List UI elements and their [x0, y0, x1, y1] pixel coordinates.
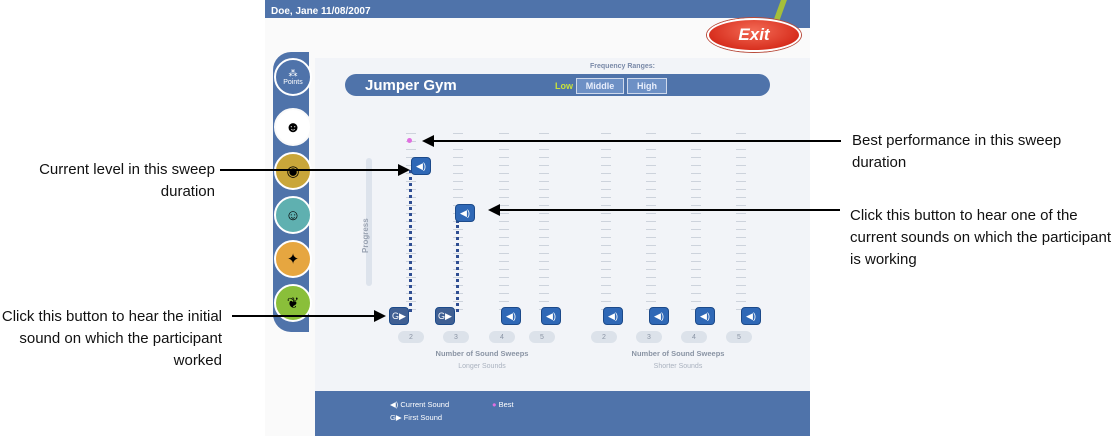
game-icon-3: ✦ [286, 251, 300, 268]
user-info: Doe, Jane 11/08/2007 [271, 6, 371, 17]
sweep-number: 3 [636, 331, 662, 343]
speaker-icon: ◀) [506, 310, 516, 321]
legend-best: ● Best [492, 400, 514, 409]
progress-label: Progress [361, 218, 370, 253]
character-button[interactable]: ☻ [274, 108, 312, 146]
callout-current-level: Current level in this sweep duration [39, 161, 215, 200]
game-button-3[interactable]: ✦ [274, 240, 312, 278]
arrow-right-icon [398, 164, 410, 176]
legend-current-label: Current Sound [400, 400, 450, 409]
group-title-shorter: Number of Sound Sweeps [631, 349, 725, 358]
callout-click-initial: Click this button to hear the initial so… [1, 308, 222, 369]
frequency-high-button[interactable]: High [627, 78, 667, 94]
sweep-number: 4 [489, 331, 515, 343]
speaker-icon: ◀) [608, 310, 618, 321]
ladder-shorter-4 [690, 133, 702, 313]
progress-line-longer-3 [456, 220, 459, 312]
frequency-middle-button[interactable]: Middle [576, 78, 624, 94]
ladder-longer-5 [538, 133, 550, 313]
points-button[interactable]: ⁂ Points [274, 58, 312, 96]
best-marker [407, 138, 412, 143]
game-button-1[interactable]: ◉ [274, 152, 312, 190]
first-sound-button-longer-3[interactable]: G▶ [435, 307, 455, 325]
first-sound-button-longer-2[interactable]: G▶ [389, 307, 409, 325]
game-icon-4: ❦ [286, 295, 300, 312]
first-sound-icon: G▶ [390, 413, 402, 422]
current-sound-button-shorter-4[interactable]: ◀) [695, 307, 715, 325]
arrow-right-icon [374, 310, 386, 322]
speaker-icon: ◀) [654, 310, 664, 321]
game-icon-2: ☺ [285, 206, 301, 224]
sweep-number: 3 [443, 331, 469, 343]
legend-first-label: First Sound [403, 413, 443, 422]
current-sound-button-shorter-3[interactable]: ◀) [649, 307, 669, 325]
speaker-icon: ◀) [416, 160, 426, 171]
speaker-icon: ◀) [390, 400, 399, 409]
sweep-number: 5 [529, 331, 555, 343]
ladder-shorter-5 [735, 133, 747, 313]
current-sound-button-longer-4[interactable]: ◀) [501, 307, 521, 325]
ladder-shorter-2 [600, 133, 612, 313]
callout-click-current: Click this button to hear one of the cur… [850, 207, 1111, 268]
current-sound-button-shorter-2[interactable]: ◀) [603, 307, 623, 325]
game-title: Jumper Gym [365, 77, 457, 94]
callout-line-current-level [220, 169, 400, 171]
frequency-low[interactable]: Low [555, 81, 573, 91]
sidebar: ⁂ Points ☻ ◉ ☺ ✦ ❦ [273, 52, 312, 332]
group-title-longer: Number of Sound Sweeps [435, 349, 529, 358]
sweep-number: 2 [398, 331, 424, 343]
group-subtitle-longer: Longer Sounds [458, 363, 506, 370]
callout-line-best [433, 140, 841, 142]
first-sound-icon: G▶ [438, 310, 452, 321]
speaker-icon: ◀) [460, 207, 470, 218]
first-sound-icon: G▶ [392, 310, 406, 321]
game-icon-1: ◉ [286, 163, 300, 180]
ladder-shorter-3 [645, 133, 657, 313]
legend-current: ◀) Current Sound [390, 400, 449, 409]
best-marker-icon: ● [492, 400, 497, 409]
legend-first: G▶ First Sound [390, 413, 442, 422]
app-window: Doe, Jane 11/08/2007 Exit ⁂ Points ☻ ◉ ☺… [265, 0, 810, 436]
points-icon: ⁂ [288, 68, 298, 78]
ladder-longer-4 [498, 133, 510, 313]
callout-best-performance: Best performance in this sweep duration [852, 132, 1062, 171]
arrow-left-icon [488, 204, 500, 216]
current-sound-button-longer-5[interactable]: ◀) [541, 307, 561, 325]
arrow-left-icon [422, 135, 434, 147]
speaker-icon: ◀) [700, 310, 710, 321]
legend-best-label: Best [498, 400, 514, 409]
points-label: Points [283, 79, 303, 86]
sweep-number: 2 [591, 331, 617, 343]
callout-line-click-initial [232, 315, 374, 317]
progress-line-longer-2 [409, 170, 412, 312]
current-sound-button-shorter-5[interactable]: ◀) [741, 307, 761, 325]
sweep-number: 4 [681, 331, 707, 343]
speaker-icon: ◀) [546, 310, 556, 321]
exit-button[interactable]: Exit [707, 18, 801, 52]
current-sound-button-longer-3[interactable]: ◀) [455, 204, 475, 222]
group-subtitle-shorter: Shorter Sounds [653, 363, 703, 370]
frequency-label: Frequency Ranges: [590, 63, 655, 70]
sweep-number: 5 [726, 331, 752, 343]
game-button-2[interactable]: ☺ [274, 196, 312, 234]
character-icon: ☻ [285, 118, 301, 136]
speaker-icon: ◀) [746, 310, 756, 321]
current-sound-button-longer-2[interactable]: ◀) [411, 157, 431, 175]
callout-line-click-current [498, 209, 840, 211]
